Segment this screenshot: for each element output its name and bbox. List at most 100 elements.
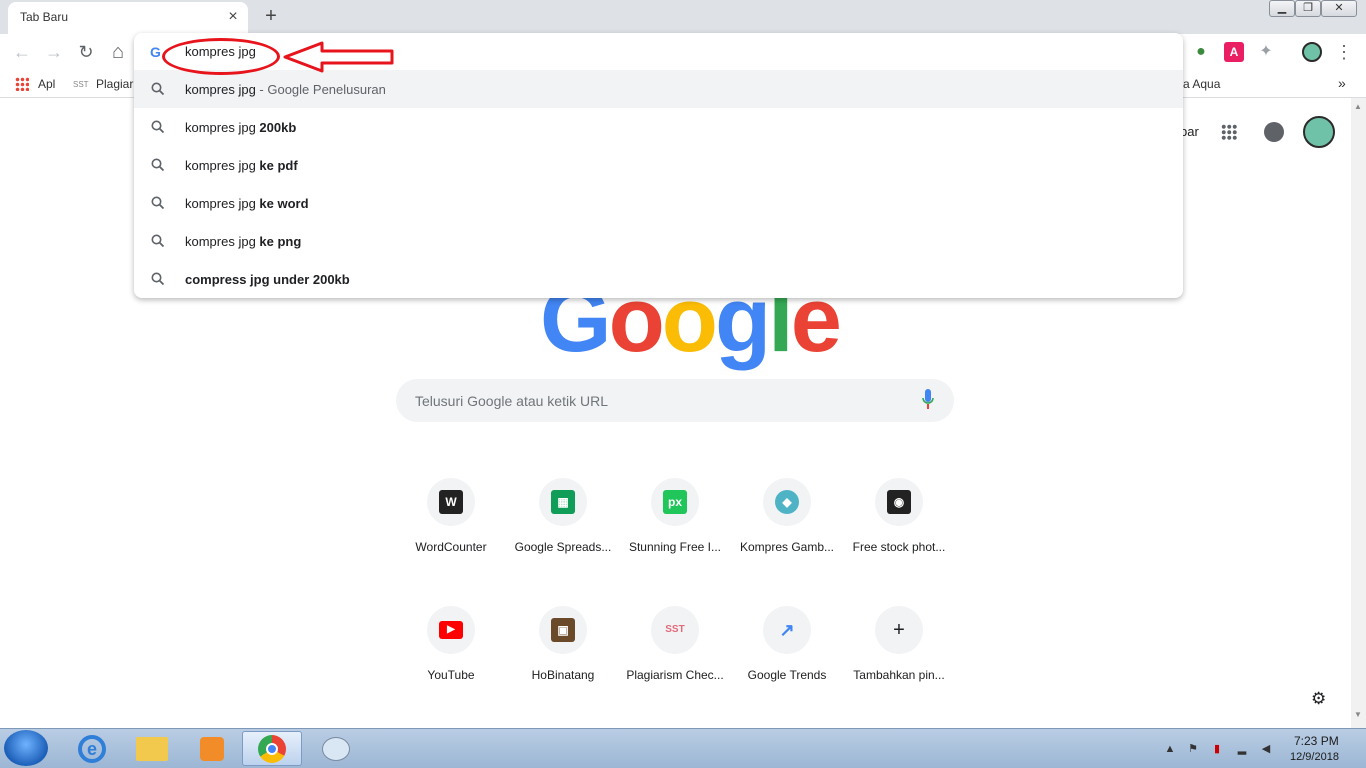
taskbar-paint[interactable] [306, 731, 366, 766]
tray-volume-icon[interactable]: ◀ [1259, 742, 1273, 756]
shortcut-label: Tambahkan pin... [853, 668, 945, 682]
suggestion-completion: ke png [259, 234, 302, 249]
shortcut-plagiarism-checker[interactable]: SST Plagiarism Chec... [619, 606, 731, 716]
taskbar-media[interactable] [182, 731, 242, 766]
sheets-icon: ▦ [551, 490, 575, 514]
shortcut-label: Google Spreads... [514, 540, 612, 554]
suggestion-item[interactable]: compress jpg under 200kb [134, 260, 1183, 298]
camera-icon: ◉ [887, 490, 911, 514]
tray-show-hidden-icon[interactable]: ▲ [1163, 742, 1177, 756]
ie-icon: e [78, 735, 106, 763]
suggestion-typed: kompres jpg [185, 158, 260, 173]
minimize-button[interactable]: ▁ [1269, 0, 1295, 17]
search-icon [151, 120, 165, 134]
a-extension-icon[interactable]: A [1224, 42, 1244, 62]
shortcut-label: YouTube [427, 668, 475, 682]
scrollbar[interactable]: ▲ ▼ [1351, 98, 1366, 728]
annotation-ellipse [162, 38, 280, 75]
tray-network-icon[interactable]: ▂ [1235, 742, 1249, 756]
search-icon [151, 234, 165, 248]
shortcut-add[interactable]: + Tambahkan pin... [843, 606, 955, 716]
tray-battery-icon[interactable]: ▮ [1210, 742, 1224, 756]
account-avatar-icon[interactable] [1303, 116, 1335, 148]
clock-time[interactable]: 7:23 PM [1294, 734, 1339, 748]
shortcut-hobinatang[interactable]: ▣ HoBinatang [507, 606, 619, 716]
sst-icon: SST [73, 80, 89, 89]
new-tab-button[interactable]: + [260, 5, 282, 27]
shortcut-label: Stunning Free I... [628, 540, 722, 554]
chrome-icon [258, 735, 286, 763]
start-button[interactable] [4, 730, 48, 766]
suggestion-completion: 200kb [259, 120, 297, 135]
settings-gear-icon[interactable]: ⚙ [1311, 689, 1326, 709]
apps-grid-icon[interactable] [15, 77, 29, 91]
wordcounter-icon: W [439, 490, 463, 514]
search-icon [151, 272, 165, 286]
annotation-arrow-icon [283, 41, 394, 73]
bookmark-plagiari[interactable]: Plagiari [96, 77, 136, 91]
suggestion-typed: kompres jpg [185, 120, 260, 135]
shortcut-google-trends[interactable]: ↗ Google Trends [731, 606, 843, 716]
shortcut-wordcounter[interactable]: W WordCounter [395, 478, 507, 588]
tab-title: Tab Baru [20, 10, 69, 24]
shortcut-label: Plagiarism Chec... [626, 668, 724, 682]
back-button[interactable]: ← [10, 40, 34, 64]
suggestion-completion: compress jpg under 200kb [185, 272, 350, 287]
youtube-icon: ▶ [439, 621, 463, 639]
suggestion-completion: ke word [259, 196, 309, 211]
kompres-gambar-icon: ◆ [775, 490, 799, 514]
bookmark-aqua[interactable]: a Aqua [1183, 77, 1220, 91]
taskbar-internet-explorer[interactable]: e [62, 731, 122, 766]
restore-button[interactable]: ❐ [1295, 0, 1321, 17]
search-placeholder: Telusuri Google atau ketik URL [415, 393, 608, 409]
suggestion-item[interactable]: kompres jpg ke pdf [134, 146, 1183, 184]
suggestion-typed: kompres jpg [185, 234, 260, 249]
clock-date[interactable]: 12/9/2018 [1290, 751, 1339, 763]
media-icon [200, 737, 224, 761]
tray-flag-icon[interactable]: ⚑ [1186, 742, 1200, 756]
shortcut-label: HoBinatang [531, 668, 595, 682]
profile-avatar-icon[interactable] [1302, 42, 1322, 62]
suggestion-item[interactable]: kompres jpg ke png [134, 222, 1183, 260]
search-icon [151, 82, 165, 96]
hobinatang-icon: ▣ [551, 618, 575, 642]
shortcut-pixabay[interactable]: px Stunning Free I... [619, 478, 731, 588]
suggestion-item[interactable]: kompres jpg ke word [134, 184, 1183, 222]
trends-icon: ↗ [779, 620, 795, 640]
search-icon [151, 158, 165, 172]
close-window-button[interactable]: ✕ [1321, 0, 1357, 17]
microphone-icon[interactable] [922, 389, 934, 411]
shortcut-label: WordCounter [415, 540, 487, 554]
suggestion-typed: kompres jpg [185, 82, 256, 97]
shortcut-free-stock-photos[interactable]: ◉ Free stock phot... [843, 478, 955, 588]
suggestion-typed: kompres jpg [185, 196, 260, 211]
search-icon [151, 196, 165, 210]
reload-button[interactable]: ↻ [74, 40, 98, 64]
forward-button[interactable]: → [42, 40, 66, 64]
taskbar-explorer[interactable] [122, 731, 182, 766]
tab-close-icon[interactable]: × [224, 8, 242, 26]
shortcut-label: Google Trends [747, 668, 827, 682]
puzzle-extension-icon[interactable]: ✦ [1256, 42, 1276, 62]
globe-extension-icon[interactable]: ● [1191, 42, 1211, 62]
notifications-icon[interactable] [1264, 122, 1284, 142]
shortcut-kompres-gambar[interactable]: ◆ Kompres Gamb... [731, 478, 843, 588]
suggestion-completion: ke pdf [259, 158, 298, 173]
bookmarks-overflow-icon[interactable]: » [1338, 75, 1346, 91]
paint-icon [322, 737, 350, 761]
menu-icon[interactable]: ⋮ [1332, 40, 1356, 64]
shortcut-label: Kompres Gamb... [739, 540, 835, 554]
shortcut-youtube[interactable]: ▶ YouTube [395, 606, 507, 716]
google-apps-icon[interactable] [1221, 124, 1237, 140]
home-button[interactable]: ⌂ [106, 40, 130, 64]
suggestion-item[interactable]: kompres jpg - Google Penelusuran [134, 70, 1183, 108]
bookmark-apps[interactable]: Apl [38, 77, 55, 91]
taskbar-chrome[interactable] [242, 731, 302, 766]
suggestion-item[interactable]: kompres jpg 200kb [134, 108, 1183, 146]
shortcut-label: Free stock phot... [852, 540, 946, 554]
pixabay-icon: px [663, 490, 687, 514]
tab-active[interactable]: Tab Baru × [8, 2, 248, 34]
sst-icon: SST [665, 624, 685, 635]
shortcut-google-spreadsheets[interactable]: ▦ Google Spreads... [507, 478, 619, 588]
google-g-icon: G [150, 44, 161, 60]
